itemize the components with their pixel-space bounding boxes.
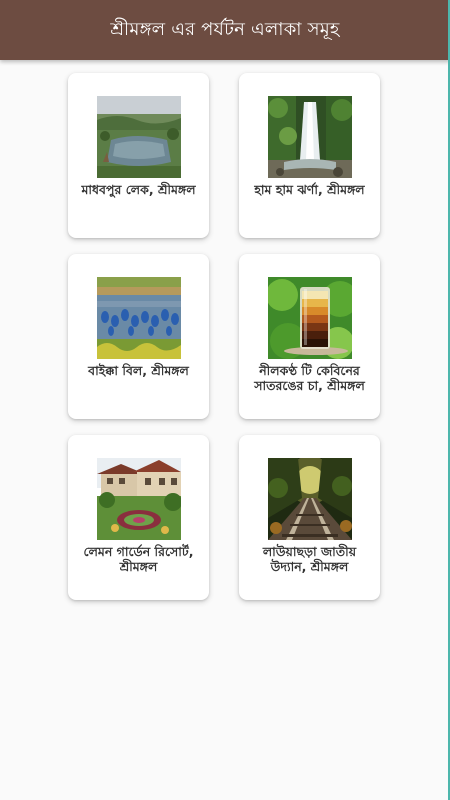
seven-layer-tea-photo: [267, 277, 352, 359]
place-label: মাধবপুর লেক, শ্রীমঙ্গল: [81, 182, 196, 197]
lake-photo: [96, 96, 181, 178]
place-card-baikka-beel[interactable]: বাইক্কা বিল, শ্রীমঙ্গল: [68, 254, 209, 419]
place-card-madhabpur-lake[interactable]: মাধবপুর লেক, শ্রীমঙ্গল: [68, 73, 209, 238]
forest-railway-photo: [267, 458, 352, 540]
app-bar: শ্রীমঙ্গল এর পর্যটন এলাকা সমূহ: [0, 0, 450, 60]
place-card-nilkantha-tea[interactable]: নীলকণ্ঠ টি কেবিনের সাতরঙের চা, শ্রীমঙ্গল: [239, 254, 380, 419]
place-label: লাউয়াছড়া জাতীয় উদ্যান, শ্রীমঙ্গল: [262, 544, 357, 574]
place-label: লেমন গার্ডেন রিসোর্ট, শ্রীমঙ্গল: [83, 544, 194, 574]
place-card-lemon-garden-resort[interactable]: লেমন গার্ডেন রিসোর্ট, শ্রীমঙ্গল: [68, 435, 209, 600]
waterfall-photo: [267, 96, 352, 178]
place-label: বাইক্কা বিল, শ্রীমঙ্গল: [88, 363, 189, 378]
place-card-lawachara-park[interactable]: লাউয়াছড়া জাতীয় উদ্যান, শ্রীমঙ্গল: [239, 435, 380, 600]
places-grid: মাধবপুর লেক, শ্রীমঙ্গল হাম হাম ঝর্ণা, শ্…: [68, 73, 380, 600]
page-title: শ্রীমঙ্গল এর পর্যটন এলাকা সমূহ: [110, 18, 340, 40]
place-label: নীলকণ্ঠ টি কেবিনের সাতরঙের চা, শ্রীমঙ্গল: [254, 363, 365, 393]
place-card-ham-ham-waterfall[interactable]: হাম হাম ঝর্ণা, শ্রীমঙ্গল: [239, 73, 380, 238]
resort-garden-photo: [96, 458, 181, 540]
place-label: হাম হাম ঝর্ণা, শ্রীমঙ্গল: [254, 182, 365, 197]
wetland-birds-photo: [96, 277, 181, 359]
